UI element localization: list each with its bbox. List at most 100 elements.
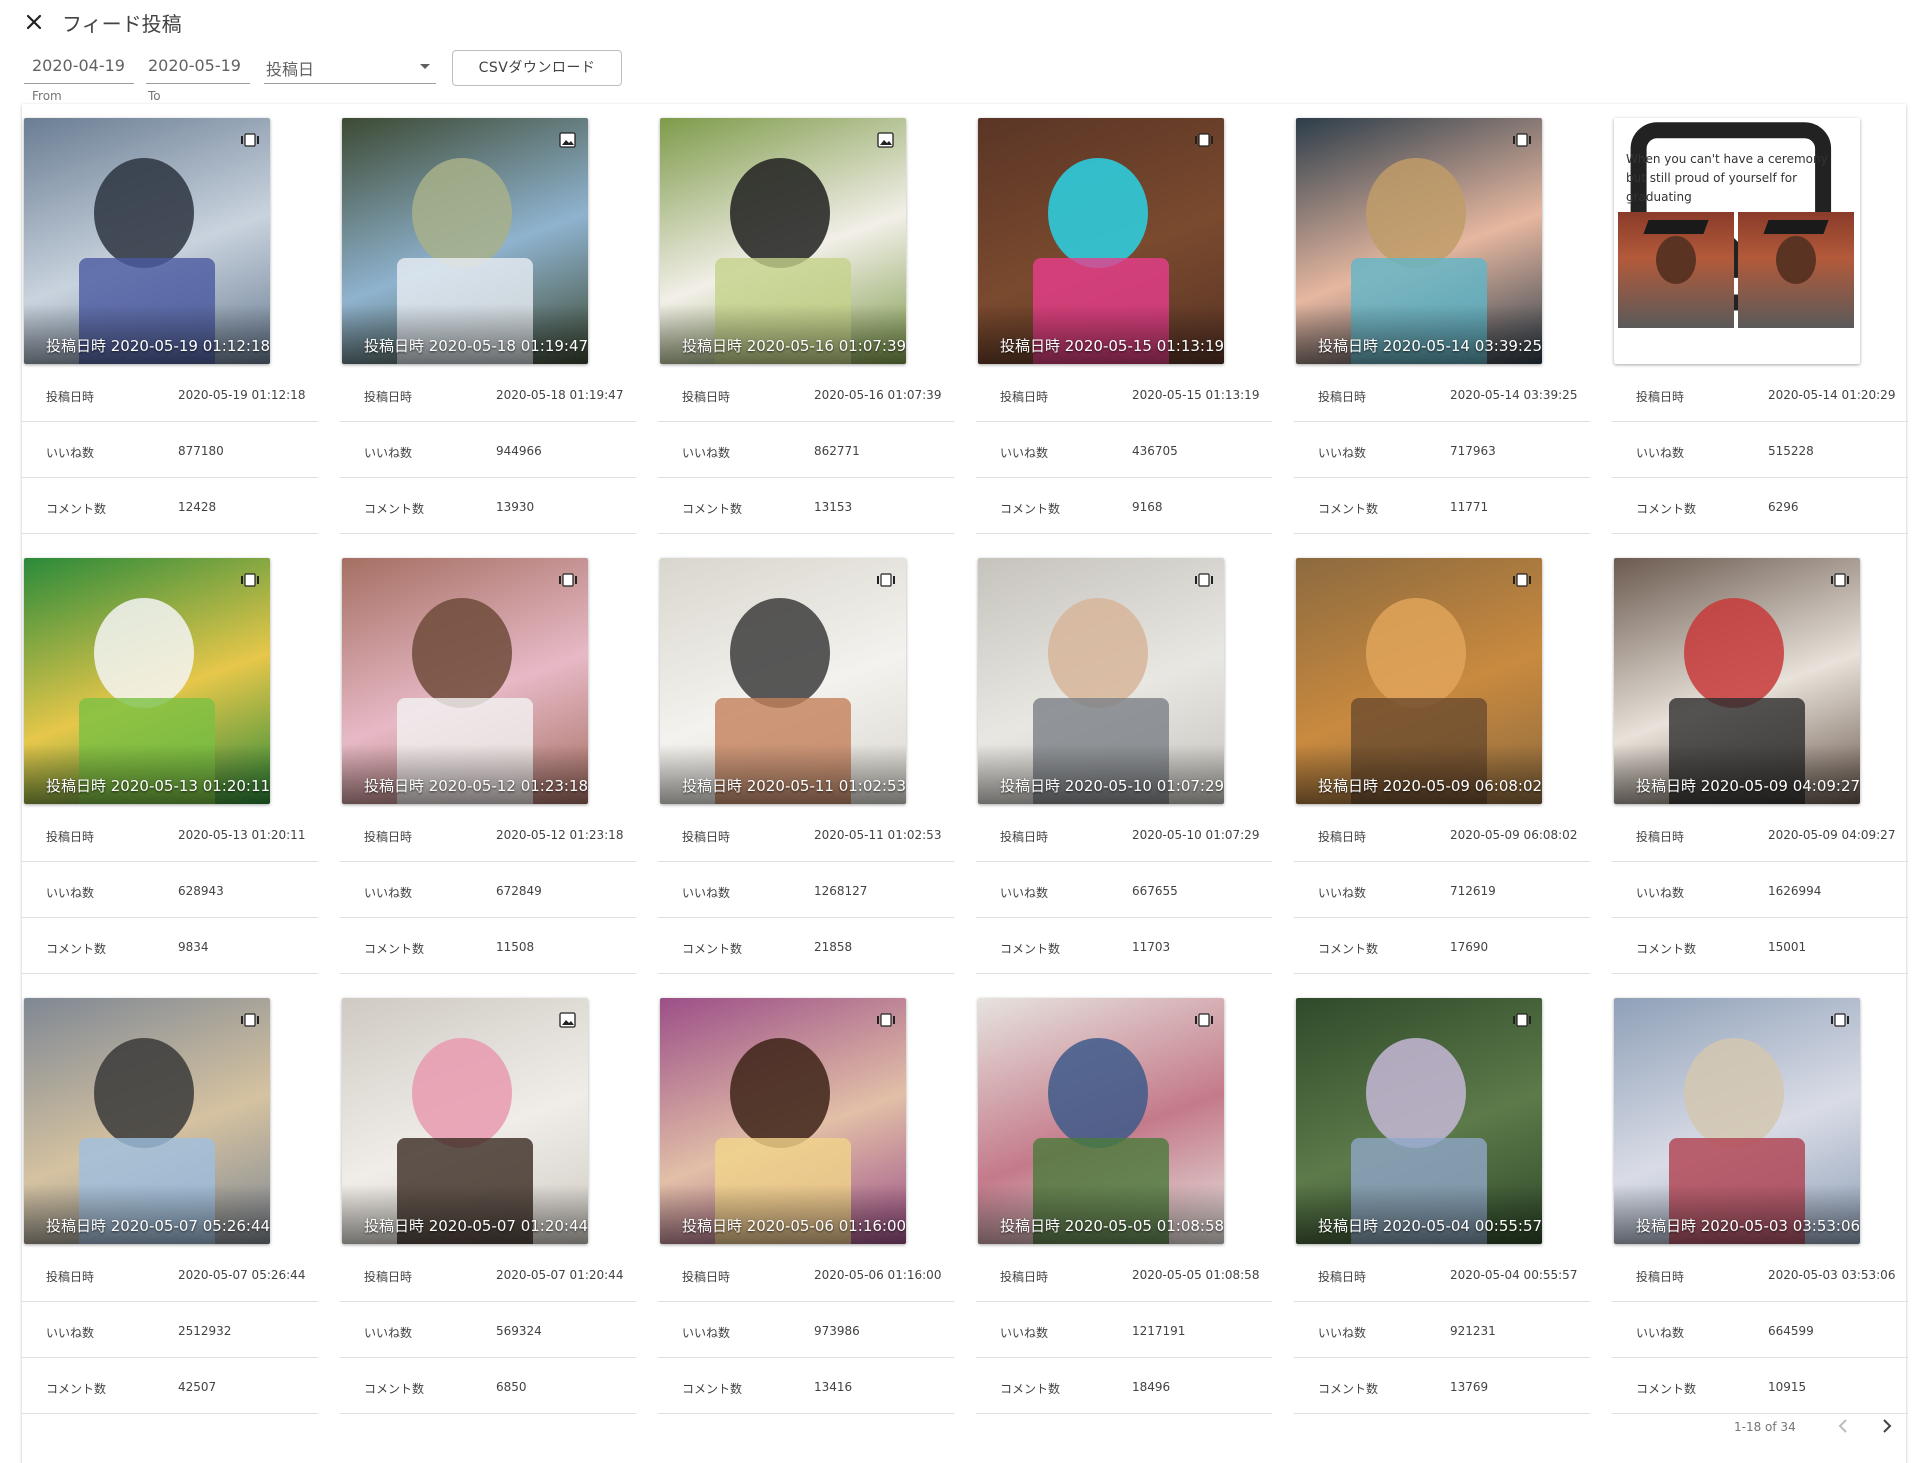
post-thumbnail[interactable]: 投稿日時 2020-05-09 06:08:02 xyxy=(1296,558,1542,804)
stat-row-comments: コメント数 13930 xyxy=(340,478,636,534)
close-icon[interactable] xyxy=(22,10,46,34)
post-card[interactable]: 投稿日時 2020-05-04 00:55:57 投稿日時 2020-05-04 0… xyxy=(1294,984,1590,1414)
stat-label: コメント数 xyxy=(364,502,425,516)
post-card[interactable]: 投稿日時 2020-05-10 01:07:29 投稿日時 2020-05-10 0… xyxy=(976,544,1272,974)
stat-row-date: 投稿日時 2020-05-14 03:39:25 xyxy=(1294,366,1590,422)
stat-row-likes: いいね数 1217191 xyxy=(976,1302,1272,1358)
stat-row-comments: コメント数 21858 xyxy=(658,918,954,974)
stat-label: コメント数 xyxy=(46,942,107,956)
stat-label: いいね数 xyxy=(364,446,413,460)
chevron-left-icon[interactable] xyxy=(1830,1412,1858,1440)
post-thumbnail[interactable]: 投稿日時 2020-05-05 01:08:58 xyxy=(978,998,1224,1244)
post-thumbnail[interactable]: 投稿日時 2020-05-07 05:26:44 xyxy=(24,998,270,1244)
stat-row-date: 投稿日時 2020-05-07 01:20:44 xyxy=(340,1246,636,1302)
post-thumbnail[interactable]: 投稿日時 2020-05-16 01:07:39 xyxy=(660,118,906,364)
video-icon xyxy=(1513,133,1531,147)
post-card[interactable]: 投稿日時 2020-05-06 01:16:00 投稿日時 2020-05-06 0… xyxy=(658,984,954,1414)
stat-row-comments: コメント数 11508 xyxy=(340,918,636,974)
stat-label: 投稿日時 xyxy=(1000,1270,1049,1284)
post-timestamp-overlay: 投稿日時 2020-05-13 01:20:11 xyxy=(46,777,270,795)
post-thumbnail[interactable]: 投稿日時 2020-05-09 04:09:27 xyxy=(1614,558,1860,804)
post-thumbnail[interactable]: 投稿日時 2020-05-06 01:16:00 xyxy=(660,998,906,1244)
post-card[interactable]: 投稿日時 2020-05-19 01:12:18 投稿日時 2020-05-19 0… xyxy=(22,104,318,534)
stat-label: いいね数 xyxy=(1636,1326,1685,1340)
post-timestamp-overlay: 投稿日時 2020-05-07 05:26:44 xyxy=(46,1217,270,1235)
post-card[interactable]: 投稿日時 2020-05-18 01:19:47 投稿日時 2020-05-18 0… xyxy=(340,104,636,534)
post-timestamp-overlay: 投稿日時 2020-05-12 01:23:18 xyxy=(364,777,588,795)
stat-value: 2020-05-14 01:20:29 xyxy=(1768,388,1896,402)
stat-label: コメント数 xyxy=(1636,942,1697,956)
post-thumbnail[interactable]: 投稿日時 2020-05-12 01:23:18 xyxy=(342,558,588,804)
post-card[interactable]: 投稿日時 2020-05-15 01:13:19 投稿日時 2020-05-15 0… xyxy=(976,104,1272,534)
stat-label: 投稿日時 xyxy=(1000,390,1049,404)
post-card[interactable]: 投稿日時 2020-05-05 01:08:58 投稿日時 2020-05-05 0… xyxy=(976,984,1272,1414)
image-icon xyxy=(559,132,576,148)
stat-value: 21858 xyxy=(814,940,853,954)
post-card[interactable]: 投稿日時 2020-05-14 03:39:25 投稿日時 2020-05-14 0… xyxy=(1294,104,1590,534)
stat-value: 2020-05-09 06:08:02 xyxy=(1450,828,1578,842)
stat-value: 672849 xyxy=(496,884,542,898)
stat-label: いいね数 xyxy=(1318,1326,1367,1340)
photo-subject xyxy=(94,598,194,708)
stat-label: 投稿日時 xyxy=(364,390,413,404)
photo-subject xyxy=(730,1038,830,1148)
stat-value: 13153 xyxy=(814,500,853,514)
stat-label: コメント数 xyxy=(46,502,107,516)
stat-label: 投稿日時 xyxy=(1636,1270,1685,1284)
photo-subject xyxy=(1366,158,1466,268)
stat-value: 877180 xyxy=(178,444,224,458)
post-timestamp-overlay: 投稿日時 2020-05-14 03:39:25 xyxy=(1318,337,1542,355)
post-thumbnail[interactable]: 投稿日時 2020-05-14 03:39:25 xyxy=(1296,118,1542,364)
post-thumbnail[interactable]: 投稿日時 2020-05-10 01:07:29 xyxy=(978,558,1224,804)
post-thumbnail[interactable]: 投稿日時 2020-05-15 01:13:19 xyxy=(978,118,1224,364)
stat-label: いいね数 xyxy=(364,886,413,900)
post-card[interactable]: 投稿日時 2020-05-09 06:08:02 投稿日時 2020-05-09 0… xyxy=(1294,544,1590,974)
stat-value: 11703 xyxy=(1132,940,1171,954)
csv-download-button[interactable]: CSVダウンロード xyxy=(452,50,622,86)
post-thumbnail[interactable]: 投稿日時 2020-05-18 01:19:47 xyxy=(342,118,588,364)
video-icon xyxy=(877,573,895,587)
post-card[interactable]: 投稿日時 2020-05-13 01:20:11 投稿日時 2020-05-13 0… xyxy=(22,544,318,974)
stat-value: 6850 xyxy=(496,1380,527,1394)
post-thumbnail[interactable]: 投稿日時 2020-05-19 01:12:18 xyxy=(24,118,270,364)
graduation-cap xyxy=(1643,220,1709,234)
post-card[interactable]: 投稿日時 2020-05-12 01:23:18 投稿日時 2020-05-12 0… xyxy=(340,544,636,974)
post-thumbnail[interactable]: 投稿日時 2020-05-07 01:20:44 xyxy=(342,998,588,1244)
stat-label: コメント数 xyxy=(1318,942,1379,956)
photo-subject xyxy=(1048,598,1148,708)
stat-label: 投稿日時 xyxy=(46,830,95,844)
post-thumbnail[interactable]: 投稿日時 2020-05-13 01:20:11 xyxy=(24,558,270,804)
chevron-right-icon[interactable] xyxy=(1872,1412,1900,1440)
post-thumbnail[interactable]: 投稿日時 2020-05-04 00:55:57 xyxy=(1296,998,1542,1244)
post-card[interactable]: 投稿日時 2020-05-07 05:26:44 投稿日時 2020-05-07 0… xyxy=(22,984,318,1414)
photo-subject xyxy=(1366,1038,1466,1148)
stat-value: 862771 xyxy=(814,444,860,458)
video-icon xyxy=(1513,573,1531,587)
post-thumbnail[interactable]: 投稿日時 2020-05-11 01:02:53 xyxy=(660,558,906,804)
stat-row-likes: いいね数 672849 xyxy=(340,862,636,918)
post-card[interactable]: 投稿日時 2020-05-09 04:09:27 投稿日時 2020-05-09 0… xyxy=(1612,544,1908,974)
to-label: To xyxy=(148,89,161,103)
post-timestamp-overlay: 投稿日時 2020-05-16 01:07:39 xyxy=(682,337,906,355)
video-icon xyxy=(1831,1013,1849,1027)
post-card[interactable]: 投稿日時 2020-05-03 03:53:06 投稿日時 2020-05-03 0… xyxy=(1612,984,1908,1414)
post-timestamp-overlay: 投稿日時 2020-05-03 03:53:06 xyxy=(1636,1217,1860,1235)
post-card[interactable]: 投稿日時 2020-05-16 01:07:39 投稿日時 2020-05-16 0… xyxy=(658,104,954,534)
post-card[interactable]: 投稿日時 2020-05-11 01:02:53 投稿日時 2020-05-11 0… xyxy=(658,544,954,974)
stat-label: いいね数 xyxy=(46,446,95,460)
stat-row-likes: いいね数 921231 xyxy=(1294,1302,1590,1358)
page-title: フィード投稿 xyxy=(62,12,182,36)
from-date-field[interactable]: 2020-04-19 xyxy=(24,50,134,84)
post-thumbnail[interactable]: When you can't have a ceremony but still… xyxy=(1614,118,1860,364)
post-caption: When you can't have a ceremony but still… xyxy=(1626,152,1828,204)
stat-label: いいね数 xyxy=(1318,886,1367,900)
post-card[interactable]: 投稿日時 2020-05-07 01:20:44 投稿日時 2020-05-07 0… xyxy=(340,984,636,1414)
post-timestamp-overlay: 投稿日時 2020-05-07 01:20:44 xyxy=(364,1217,588,1235)
post-card[interactable]: When you can't have a ceremony but still… xyxy=(1612,104,1908,534)
to-date-field[interactable]: 2020-05-19 xyxy=(146,50,250,84)
post-timestamp-overlay: 投稿日時 2020-05-18 01:19:47 xyxy=(364,337,588,355)
sort-select[interactable]: 投稿日 xyxy=(264,50,436,84)
stat-value: 10915 xyxy=(1768,1380,1807,1394)
stat-row-date: 投稿日時 2020-05-10 01:07:29 xyxy=(976,806,1272,862)
post-thumbnail[interactable]: 投稿日時 2020-05-03 03:53:06 xyxy=(1614,998,1860,1244)
